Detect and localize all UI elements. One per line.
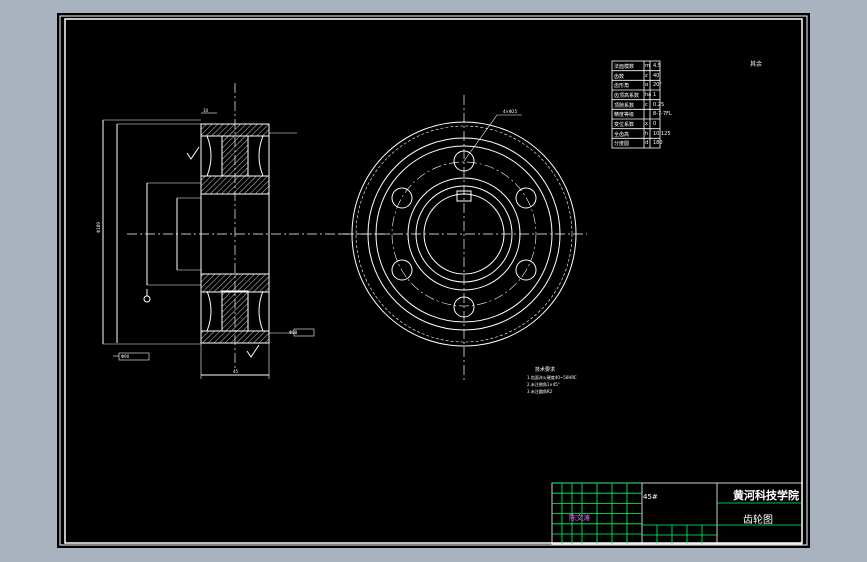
param-symbol: h [645, 130, 649, 137]
front-view [339, 95, 587, 381]
param-value: 4.5 [653, 63, 661, 69]
param-symbol: α [645, 82, 649, 89]
drawing-name: 齿轮图 [743, 515, 773, 526]
param-value: 8-7-7FL [653, 111, 672, 118]
param-symbol: z [645, 72, 648, 79]
designer-label: 陈文涛 [569, 514, 590, 522]
param-value: 20° [653, 82, 662, 89]
material-label: 45# [643, 493, 658, 501]
param-value: 40 [653, 72, 660, 79]
param-name: 全齿高 [614, 131, 630, 138]
param-value: 0.25 [653, 101, 665, 108]
dim-hub: Φ90 [121, 354, 130, 359]
section-view [102, 83, 392, 379]
param-name: 精度等级 [614, 112, 635, 119]
param-name: 法面模数 [614, 64, 635, 70]
param-symbol: ha [645, 92, 652, 98]
param-symbol: c [645, 101, 648, 108]
tech-note-2: 2.未注倒角1×45° [527, 382, 560, 387]
tech-note-3: 3.未注圆角R2 [527, 389, 553, 394]
param-name: 顶隙系数 [614, 102, 635, 109]
param-name: 齿数 [614, 73, 625, 80]
param-value: 0 [653, 121, 657, 127]
dim-bore: Φ50 [289, 330, 298, 335]
dim-rim: 10 [203, 108, 209, 113]
tech-notes-title: 技术要求 [535, 367, 556, 373]
cad-viewport[interactable]: 其余 黄河科技学院 齿轮图 45# 陈文涛 技术要求 1.齿面淬火硬度40~50… [57, 13, 810, 548]
tech-note-1: 1.齿面淬火硬度40~50HRC [527, 375, 577, 380]
dim-width: 45 [233, 369, 239, 374]
param-value: 1 [653, 92, 657, 98]
param-name: 变位系数 [614, 122, 635, 128]
param-symbol: m [645, 63, 650, 69]
dim-outer: Φ189 [95, 222, 101, 233]
param-symbol: x [645, 121, 648, 127]
param-name: 分度圆 [614, 141, 630, 148]
param-value: 10.125 [653, 130, 671, 137]
dim-hole-note: 4×Φ25 [503, 109, 518, 114]
gear-drawing [59, 15, 808, 546]
param-name: 齿形角 [614, 83, 630, 90]
param-value: 180 [653, 140, 663, 147]
param-name: 齿顶高系数 [614, 93, 640, 99]
roughness-note: 其余 [750, 61, 763, 68]
school-name: 黄河科技学院 [733, 489, 799, 502]
param-symbol: d [645, 140, 649, 147]
